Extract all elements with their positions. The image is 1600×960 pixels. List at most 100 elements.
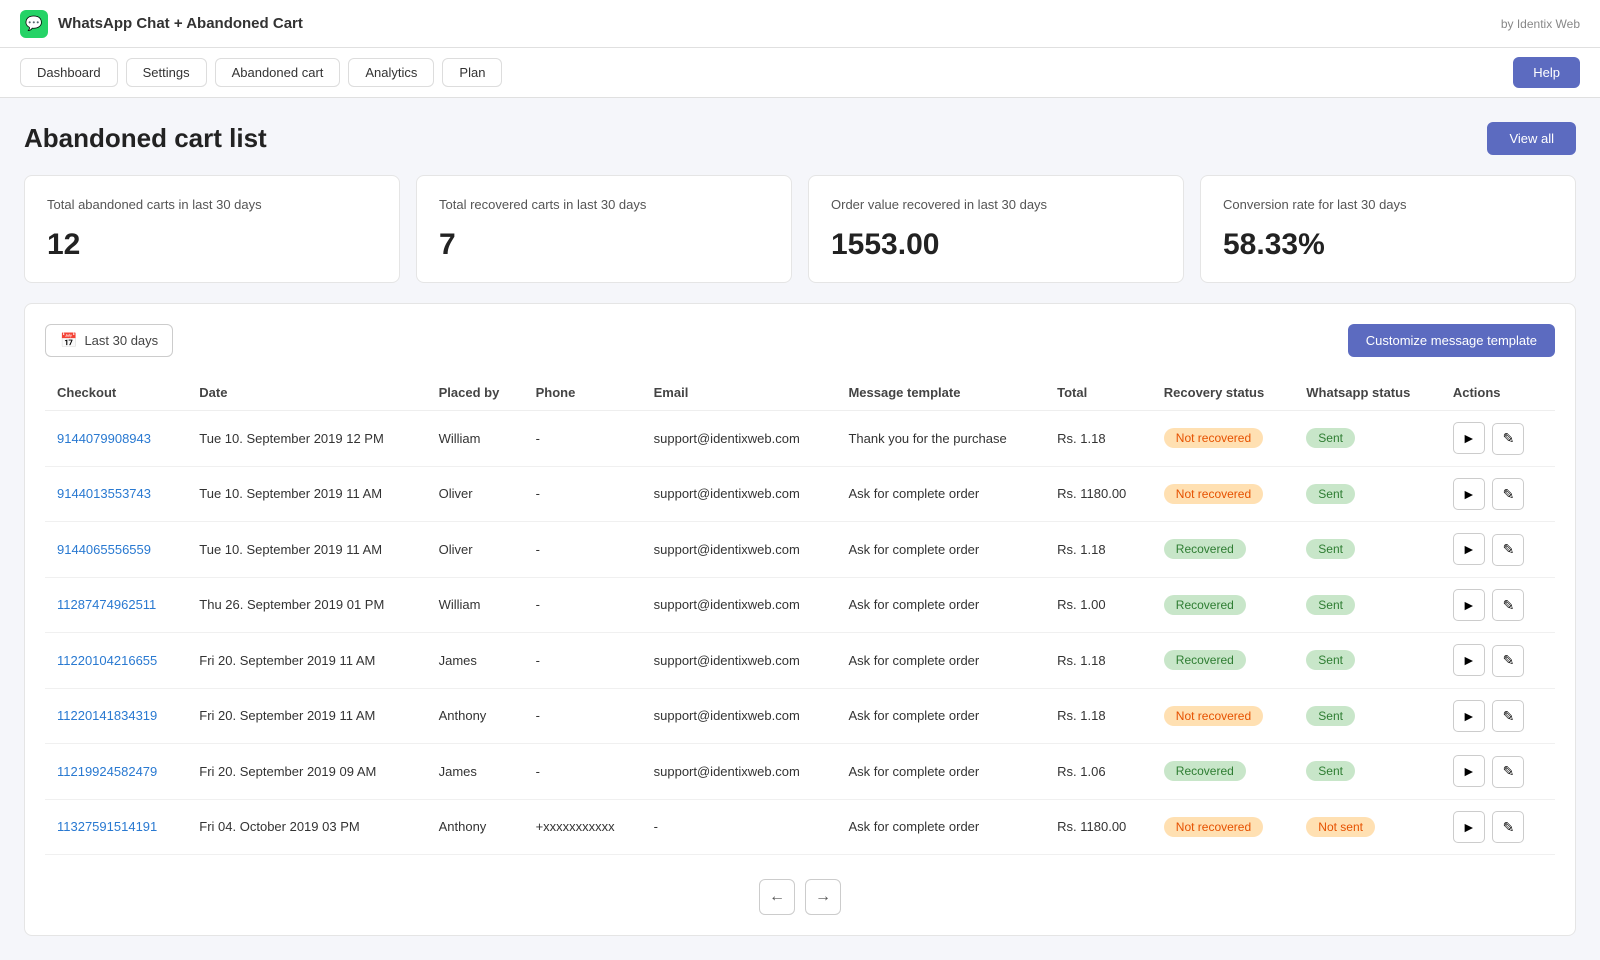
cell-actions: ► ✎ bbox=[1441, 466, 1555, 522]
cell-email: support@identixweb.com bbox=[642, 411, 837, 467]
cell-date: Fri 20. September 2019 09 AM bbox=[187, 744, 426, 800]
cell-total: Rs. 1.18 bbox=[1045, 688, 1152, 744]
cell-checkout: 11220104216655 bbox=[45, 633, 187, 689]
whatsapp-status-badge: Sent bbox=[1306, 539, 1355, 559]
send-action-button[interactable]: ► bbox=[1453, 589, 1485, 621]
nav-dashboard[interactable]: Dashboard bbox=[20, 58, 118, 87]
stat-card-recovered: Total recovered carts in last 30 days 7 bbox=[416, 175, 792, 283]
send-action-button[interactable]: ► bbox=[1453, 478, 1485, 510]
abandoned-cart-table: Checkout Date Placed by Phone Email Mess… bbox=[45, 375, 1555, 855]
edit-action-button[interactable]: ✎ bbox=[1492, 700, 1524, 732]
cell-checkout: 9144079908943 bbox=[45, 411, 187, 467]
send-action-button[interactable]: ► bbox=[1453, 644, 1485, 676]
cell-date: Thu 26. September 2019 01 PM bbox=[187, 577, 426, 633]
recovery-status-badge: Not recovered bbox=[1164, 484, 1263, 504]
table-row: 9144065556559 Tue 10. September 2019 11 … bbox=[45, 522, 1555, 578]
cell-total: Rs. 1180.00 bbox=[1045, 466, 1152, 522]
cell-total: Rs. 1.06 bbox=[1045, 744, 1152, 800]
send-action-button[interactable]: ► bbox=[1453, 811, 1485, 843]
checkout-link[interactable]: 9144013553743 bbox=[57, 486, 151, 501]
checkout-link[interactable]: 11327591514191 bbox=[57, 819, 157, 834]
col-checkout: Checkout bbox=[45, 375, 187, 411]
send-action-button[interactable]: ► bbox=[1453, 700, 1485, 732]
prev-page-button[interactable]: ← bbox=[759, 879, 795, 915]
whatsapp-status-badge: Sent bbox=[1306, 650, 1355, 670]
cell-date: Tue 10. September 2019 11 AM bbox=[187, 522, 426, 578]
nav-analytics[interactable]: Analytics bbox=[348, 58, 434, 87]
main-content: Abandoned cart list View all Total aband… bbox=[0, 98, 1600, 960]
stat-recovered-label: Total recovered carts in last 30 days bbox=[439, 196, 769, 214]
checkout-link[interactable]: 9144065556559 bbox=[57, 542, 151, 557]
col-actions: Actions bbox=[1441, 375, 1555, 411]
customize-template-button[interactable]: Customize message template bbox=[1348, 324, 1555, 357]
send-action-button[interactable]: ► bbox=[1453, 755, 1485, 787]
edit-action-button[interactable]: ✎ bbox=[1492, 756, 1524, 788]
cell-email: support@identixweb.com bbox=[642, 744, 837, 800]
checkout-link[interactable]: 11220141834319 bbox=[57, 708, 157, 723]
send-action-button[interactable]: ► bbox=[1453, 422, 1485, 454]
checkout-link[interactable]: 9144079908943 bbox=[57, 431, 151, 446]
cell-actions: ► ✎ bbox=[1441, 744, 1555, 800]
cell-actions: ► ✎ bbox=[1441, 633, 1555, 689]
edit-action-button[interactable]: ✎ bbox=[1492, 811, 1524, 843]
cell-total: Rs. 1.18 bbox=[1045, 411, 1152, 467]
cell-message-template: Ask for complete order bbox=[836, 744, 1045, 800]
stat-card-order-value: Order value recovered in last 30 days 15… bbox=[808, 175, 1184, 283]
table-body: 9144079908943 Tue 10. September 2019 12 … bbox=[45, 411, 1555, 855]
recovery-status-badge: Not recovered bbox=[1164, 428, 1263, 448]
cell-actions: ► ✎ bbox=[1441, 688, 1555, 744]
cell-total: Rs. 1.00 bbox=[1045, 577, 1152, 633]
cell-whatsapp-status: Sent bbox=[1294, 522, 1441, 578]
send-action-button[interactable]: ► bbox=[1453, 533, 1485, 565]
cell-checkout: 11287474962511 bbox=[45, 577, 187, 633]
cell-phone: - bbox=[524, 522, 642, 578]
checkout-link[interactable]: 11220104216655 bbox=[57, 653, 157, 668]
stat-conversion-label: Conversion rate for last 30 days bbox=[1223, 196, 1553, 214]
checkout-link[interactable]: 11219924582479 bbox=[57, 764, 157, 779]
recovery-status-badge: Not recovered bbox=[1164, 817, 1263, 837]
cell-recovery-status: Recovered bbox=[1152, 633, 1295, 689]
nav-settings[interactable]: Settings bbox=[126, 58, 207, 87]
cell-total: Rs. 1.18 bbox=[1045, 522, 1152, 578]
date-filter-button[interactable]: 📅 Last 30 days bbox=[45, 324, 173, 357]
view-all-button[interactable]: View all bbox=[1487, 122, 1576, 155]
whatsapp-status-badge: Sent bbox=[1306, 761, 1355, 781]
cell-placed-by: James bbox=[427, 633, 524, 689]
cell-actions: ► ✎ bbox=[1441, 522, 1555, 578]
table-row: 11219924582479 Fri 20. September 2019 09… bbox=[45, 744, 1555, 800]
cell-placed-by: Oliver bbox=[427, 522, 524, 578]
cell-date: Fri 04. October 2019 03 PM bbox=[187, 799, 426, 855]
cell-whatsapp-status: Sent bbox=[1294, 744, 1441, 800]
edit-action-button[interactable]: ✎ bbox=[1492, 534, 1524, 566]
checkout-link[interactable]: 11287474962511 bbox=[57, 597, 156, 612]
edit-action-button[interactable]: ✎ bbox=[1492, 645, 1524, 677]
col-placed-by: Placed by bbox=[427, 375, 524, 411]
cell-whatsapp-status: Sent bbox=[1294, 577, 1441, 633]
edit-action-button[interactable]: ✎ bbox=[1492, 478, 1524, 510]
table-row: 9144079908943 Tue 10. September 2019 12 … bbox=[45, 411, 1555, 467]
whatsapp-status-badge: Not sent bbox=[1306, 817, 1375, 837]
cell-email: support@identixweb.com bbox=[642, 688, 837, 744]
whatsapp-status-badge: Sent bbox=[1306, 428, 1355, 448]
stat-card-conversion: Conversion rate for last 30 days 58.33% bbox=[1200, 175, 1576, 283]
cell-email: support@identixweb.com bbox=[642, 466, 837, 522]
app-icon-symbol: 💬 bbox=[25, 15, 42, 32]
col-phone: Phone bbox=[524, 375, 642, 411]
cell-checkout: 11220141834319 bbox=[45, 688, 187, 744]
table-header: Checkout Date Placed by Phone Email Mess… bbox=[45, 375, 1555, 411]
stat-order-value-value: 1553.00 bbox=[831, 228, 1161, 262]
nav-bar: Dashboard Settings Abandoned cart Analyt… bbox=[0, 48, 1600, 98]
cell-recovery-status: Recovered bbox=[1152, 744, 1295, 800]
cell-total: Rs. 1180.00 bbox=[1045, 799, 1152, 855]
col-total: Total bbox=[1045, 375, 1152, 411]
next-page-button[interactable]: → bbox=[805, 879, 841, 915]
edit-action-button[interactable]: ✎ bbox=[1492, 423, 1524, 455]
cell-whatsapp-status: Sent bbox=[1294, 633, 1441, 689]
cell-recovery-status: Recovered bbox=[1152, 577, 1295, 633]
edit-action-button[interactable]: ✎ bbox=[1492, 589, 1524, 621]
help-button[interactable]: Help bbox=[1513, 57, 1580, 88]
cell-recovery-status: Not recovered bbox=[1152, 799, 1295, 855]
cell-whatsapp-status: Sent bbox=[1294, 466, 1441, 522]
nav-plan[interactable]: Plan bbox=[442, 58, 502, 87]
nav-abandoned-cart[interactable]: Abandoned cart bbox=[215, 58, 341, 87]
